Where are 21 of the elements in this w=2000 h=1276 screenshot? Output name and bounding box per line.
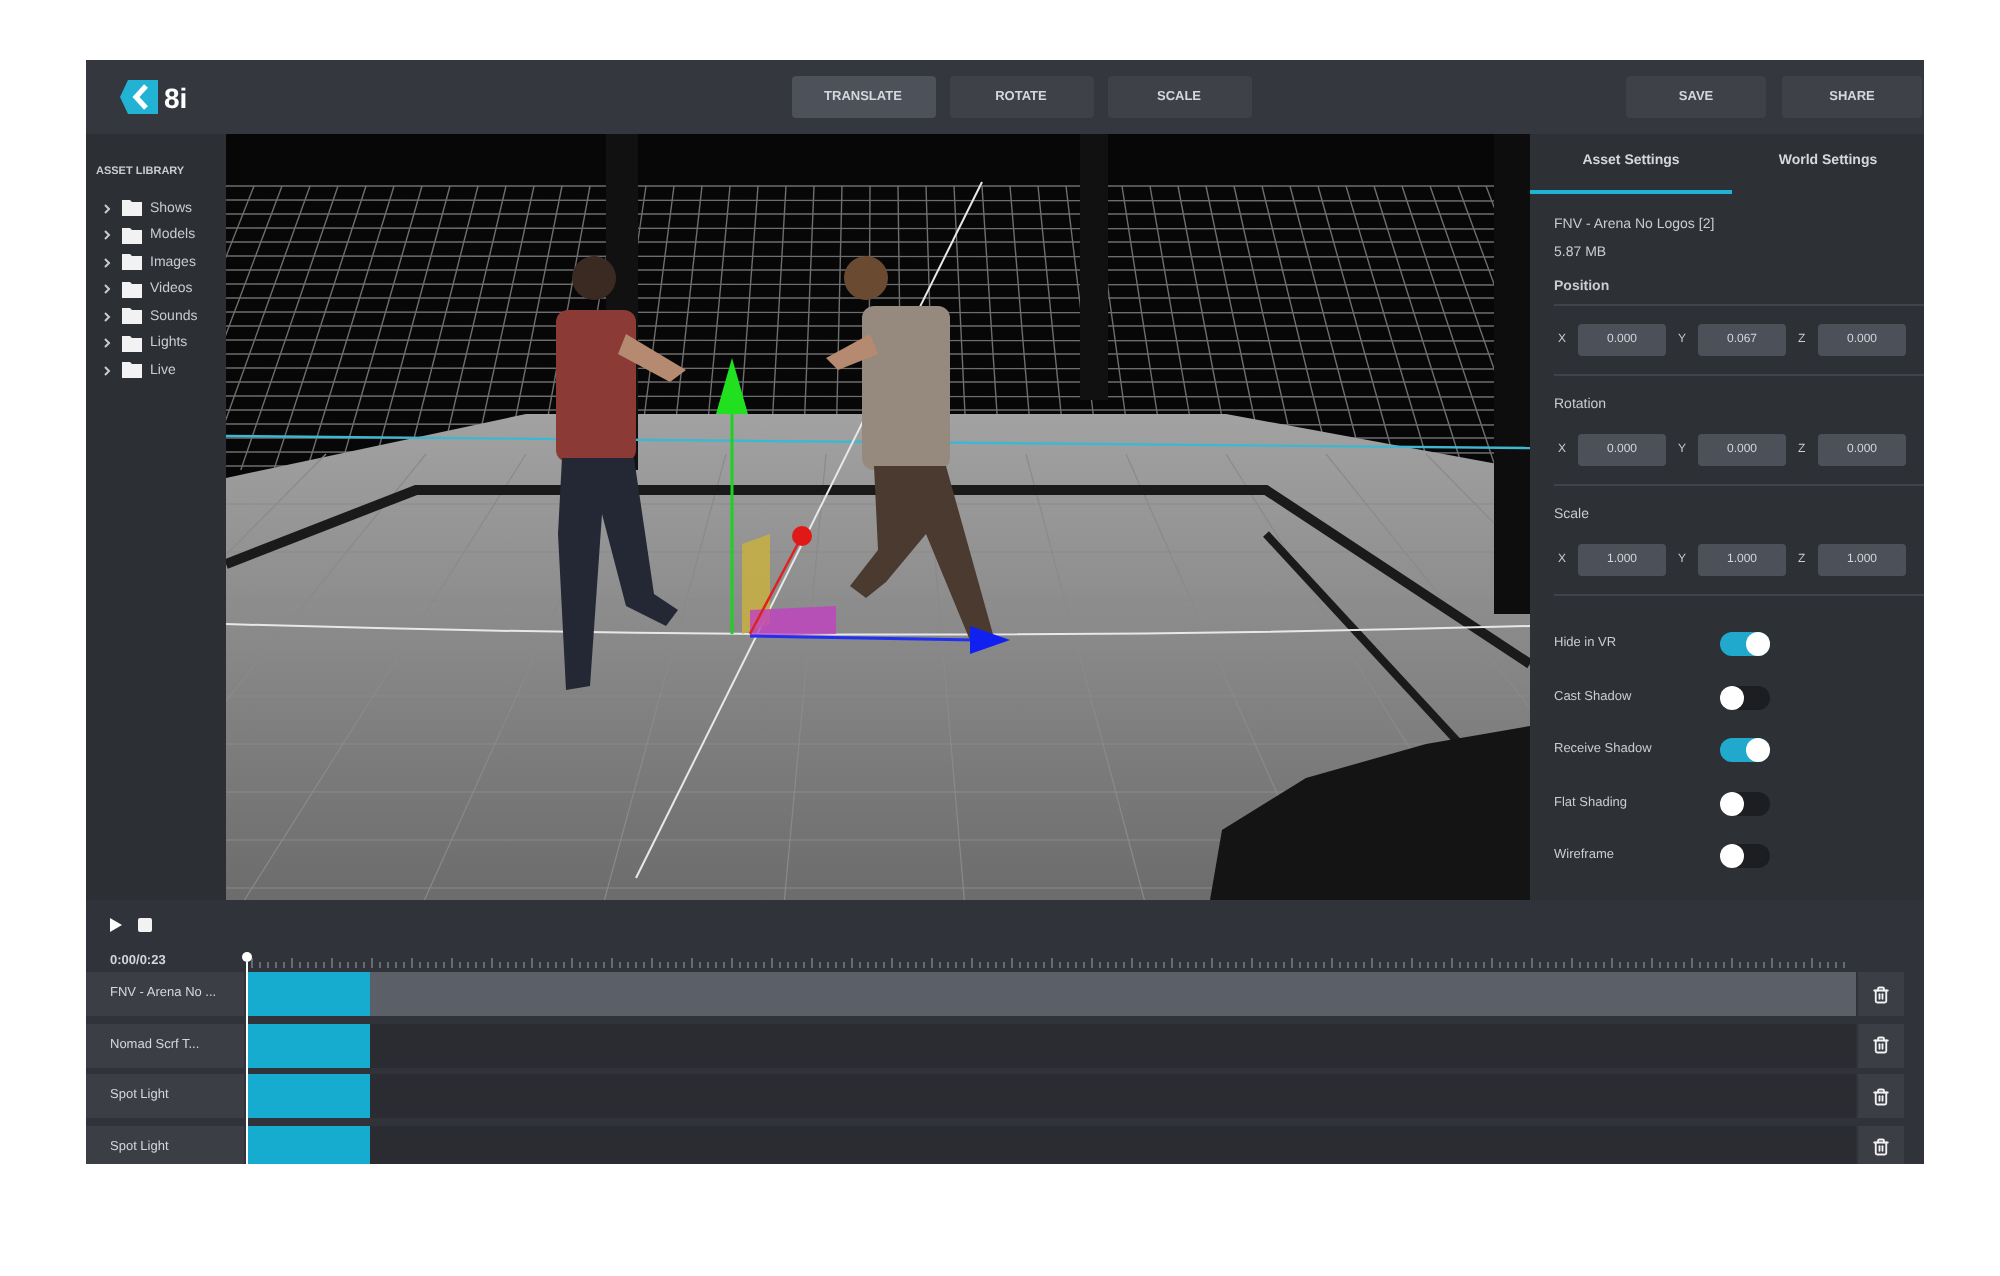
trash-icon — [1872, 985, 1890, 1003]
play-button[interactable] — [110, 918, 122, 932]
toggle-switch[interactable] — [1720, 738, 1770, 763]
clip-block[interactable] — [248, 1023, 370, 1067]
trash-icon — [1872, 1036, 1890, 1054]
clip-block[interactable] — [248, 1125, 370, 1164]
trash-icon — [1872, 1138, 1890, 1156]
stop-icon — [138, 918, 152, 932]
playhead[interactable] — [242, 952, 252, 1164]
trash-icon — [1872, 1087, 1890, 1105]
logo-icon — [120, 80, 158, 114]
play-icon — [110, 918, 122, 932]
scene-viewport[interactable] — [226, 134, 1530, 900]
logo-text: 8i — [164, 83, 188, 111]
toggle-switch[interactable] — [1720, 685, 1770, 710]
toggle-switch[interactable] — [1720, 844, 1770, 869]
clip-block[interactable] — [248, 1074, 370, 1118]
toggle-switch[interactable] — [1720, 791, 1770, 816]
transform-gizmo[interactable] — [716, 358, 1010, 654]
toggle-switch[interactable] — [1720, 632, 1770, 657]
clip-block[interactable] — [248, 972, 370, 1016]
